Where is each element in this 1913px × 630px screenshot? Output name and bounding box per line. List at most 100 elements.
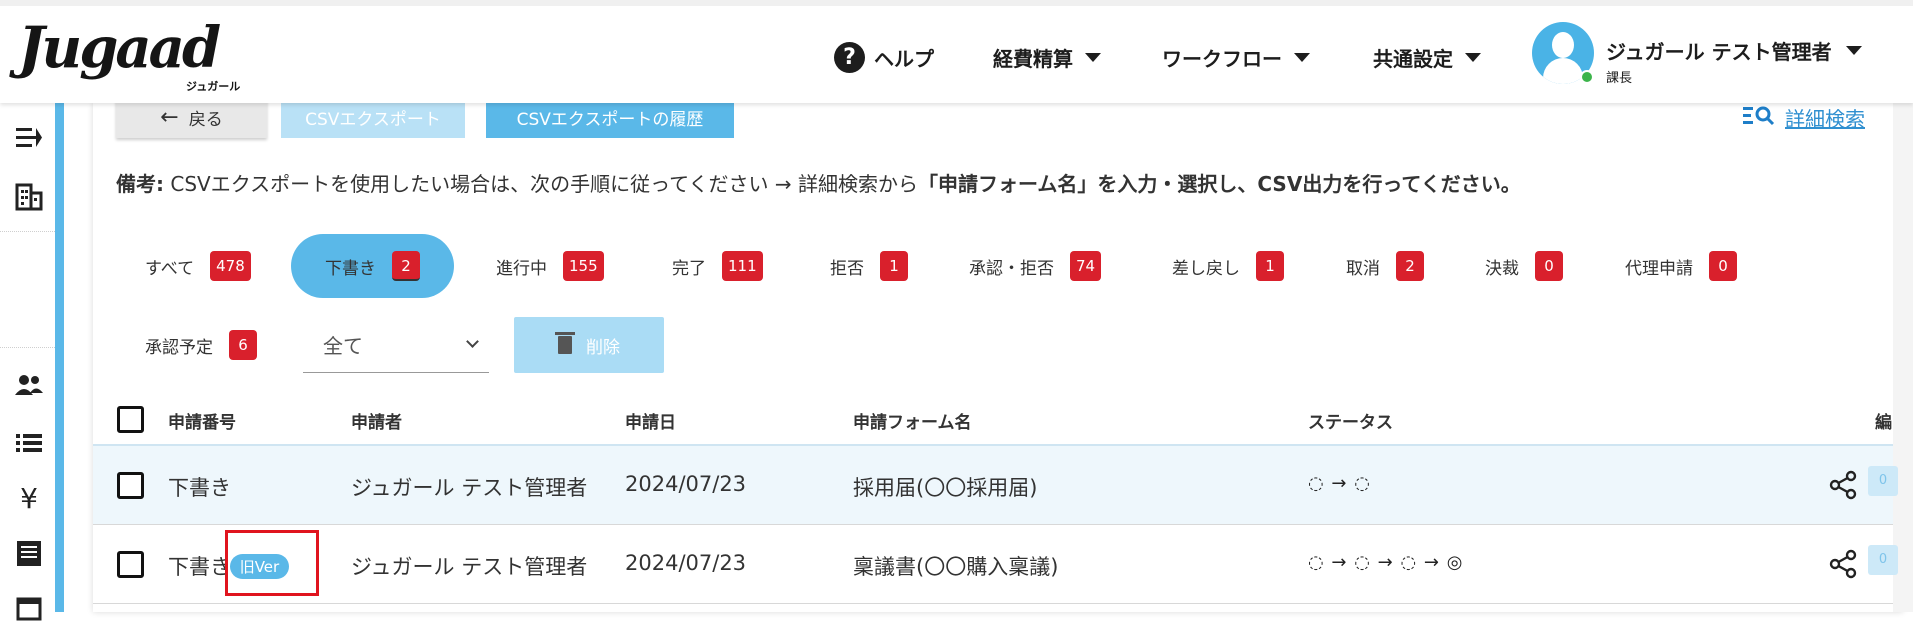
back-label: 戻る: [188, 109, 223, 130]
document-icon[interactable]: [13, 538, 45, 570]
tab-proxy[interactable]: 代理申請 0: [1625, 244, 1737, 288]
caret-down-icon: [1294, 52, 1310, 62]
col-form[interactable]: 申請フォーム名: [853, 408, 972, 433]
tab-label: 下書き: [325, 258, 376, 279]
delete-label: 削除: [586, 337, 620, 358]
col-date[interactable]: 申請日: [625, 408, 676, 433]
scroll-gutter[interactable]: [1893, 103, 1913, 612]
cell-date: 2024/07/23: [625, 472, 747, 496]
question-circle-icon: ?: [834, 41, 865, 73]
table-row[interactable]: 下書き ジュガール テスト管理者 2024/07/23 採用届(〇〇採用届) ◌…: [93, 446, 1898, 525]
count-badge: 1: [1256, 251, 1284, 281]
note-body: CSVエクスポートを使用したい場合は、次の手順に従ってください → 詳細検索から: [164, 172, 918, 196]
col-applicant[interactable]: 申請者: [351, 408, 402, 433]
tab-approve-reject[interactable]: 承認・拒否 74: [969, 244, 1102, 288]
cell-form: 採用届(〇〇採用届): [853, 476, 1038, 500]
count-badge: 2: [1396, 251, 1424, 281]
cell-date: 2024/07/23: [625, 551, 747, 575]
menu-workflow[interactable]: ワークフロー: [1162, 34, 1310, 80]
count-badge: 6: [229, 330, 257, 360]
tab-decision[interactable]: 決裁 0: [1485, 244, 1563, 288]
count-badge: 1: [880, 251, 908, 281]
tab-completed[interactable]: 完了 111: [672, 244, 763, 288]
tab-returned[interactable]: 差し戻し 1: [1172, 244, 1284, 288]
table-row[interactable]: 下書き 旧Ver ジュガール テスト管理者 2024/07/23 稟議書(〇〇購…: [93, 525, 1898, 604]
count-badge: 111: [722, 251, 763, 281]
tab-label: 差し戻し: [1172, 258, 1240, 279]
tab-rejected[interactable]: 拒否 1: [830, 244, 908, 288]
tab-label: 承認・拒否: [969, 258, 1054, 279]
logo-text: Jugaad: [18, 15, 221, 81]
logo[interactable]: Jugaad ジュガール: [18, 16, 248, 96]
share-icon[interactable]: [1828, 549, 1858, 579]
col-edit[interactable]: 編: [1875, 408, 1892, 433]
count-badge: 0: [1535, 251, 1563, 281]
row-checkbox[interactable]: [117, 551, 144, 578]
help-label: ヘルプ: [874, 46, 934, 71]
cell-number[interactable]: 下書き: [168, 472, 231, 502]
col-number[interactable]: 申請番号: [168, 408, 236, 433]
sidebar-divider: [0, 347, 55, 348]
advanced-search-label: 詳細検索: [1785, 107, 1865, 131]
arrow-left-icon: ←: [160, 104, 179, 130]
sidebar-accent-bar: [55, 103, 64, 612]
help-link[interactable]: ? ヘルプ: [834, 34, 934, 80]
cell-form: 稟議書(〇〇購入稟議): [853, 555, 1059, 579]
building-icon[interactable]: [13, 181, 45, 213]
filter-select-value: 全て: [323, 334, 363, 358]
cell-applicant: ジュガール テスト管理者: [351, 476, 588, 500]
sidebar: ¥: [0, 103, 55, 621]
user-menu[interactable]: ジュガール テスト管理者 課長: [1532, 22, 1862, 92]
menu-expense[interactable]: 経費精算: [993, 34, 1101, 80]
note-prefix: 備考:: [116, 172, 164, 196]
menu-common-settings[interactable]: 共通設定: [1373, 34, 1481, 80]
select-all-checkbox[interactable]: [117, 406, 144, 433]
tab-all[interactable]: すべて 478: [145, 244, 251, 288]
tab-label: 拒否: [830, 258, 864, 279]
count-badge: 74: [1070, 251, 1102, 281]
delete-button[interactable]: 削除: [514, 317, 664, 373]
menu-common-label: 共通設定: [1373, 46, 1453, 71]
count-badge: 0: [1709, 251, 1737, 281]
tab-label: 承認予定: [145, 337, 213, 358]
sidebar-divider: [0, 231, 55, 232]
tab-label: すべて: [145, 258, 195, 279]
advanced-search-link[interactable]: 詳細検索: [1743, 103, 1865, 132]
filter-search-icon: [1743, 104, 1775, 131]
cell-number-text: 下書き: [168, 555, 231, 579]
filter-select[interactable]: 全て: [303, 317, 489, 373]
tab-label: 取消: [1346, 258, 1380, 279]
list-icon[interactable]: [13, 428, 45, 460]
chevron-down-icon: [466, 335, 479, 348]
tab-cancelled[interactable]: 取消 2: [1346, 244, 1424, 288]
logo-subtext: ジュガール: [186, 80, 241, 93]
tab-label: 決裁: [1485, 258, 1519, 279]
tab-in-progress[interactable]: 進行中 155: [496, 244, 604, 288]
menu-collapse-icon[interactable]: [13, 123, 45, 155]
menu-expense-label: 経費精算: [993, 46, 1073, 71]
top-header: Jugaad ジュガール ? ヘルプ 経費精算 ワークフロー 共通設定 ジュガー…: [0, 0, 1913, 103]
cell-status: ◌ → ◌: [1308, 473, 1371, 494]
online-status-icon: [1580, 70, 1594, 84]
tab-label: 代理申請: [1625, 258, 1693, 279]
col-status[interactable]: ステータス: [1308, 408, 1393, 433]
share-icon[interactable]: [1828, 470, 1858, 500]
trash-icon: [555, 332, 575, 354]
user-role: 課長: [1606, 71, 1633, 86]
table-header: 申請番号 申請者 申請日 申請フォーム名 ステータス 編: [93, 396, 1893, 446]
calendar-icon[interactable]: [13, 593, 45, 625]
users-icon[interactable]: [13, 371, 45, 403]
row-checkbox[interactable]: [117, 472, 144, 499]
comment-count-icon[interactable]: 0: [1868, 545, 1898, 575]
comment-count-icon[interactable]: 0: [1868, 466, 1898, 496]
caret-down-icon: [1845, 46, 1862, 55]
highlight-box: [225, 530, 319, 596]
tab-scheduled-approval[interactable]: 承認予定 6: [145, 323, 257, 367]
yen-icon[interactable]: ¥: [13, 483, 45, 515]
note-text: 備考: CSVエクスポートを使用したい場合は、次の手順に従ってください → 詳細…: [116, 168, 1521, 197]
menu-workflow-label: ワークフロー: [1162, 46, 1282, 71]
tab-label: 進行中: [496, 258, 547, 279]
tab-draft[interactable]: 下書き 2: [291, 234, 454, 298]
count-badge: 2: [392, 251, 420, 281]
user-name: ジュガール テスト管理者: [1606, 40, 1832, 64]
